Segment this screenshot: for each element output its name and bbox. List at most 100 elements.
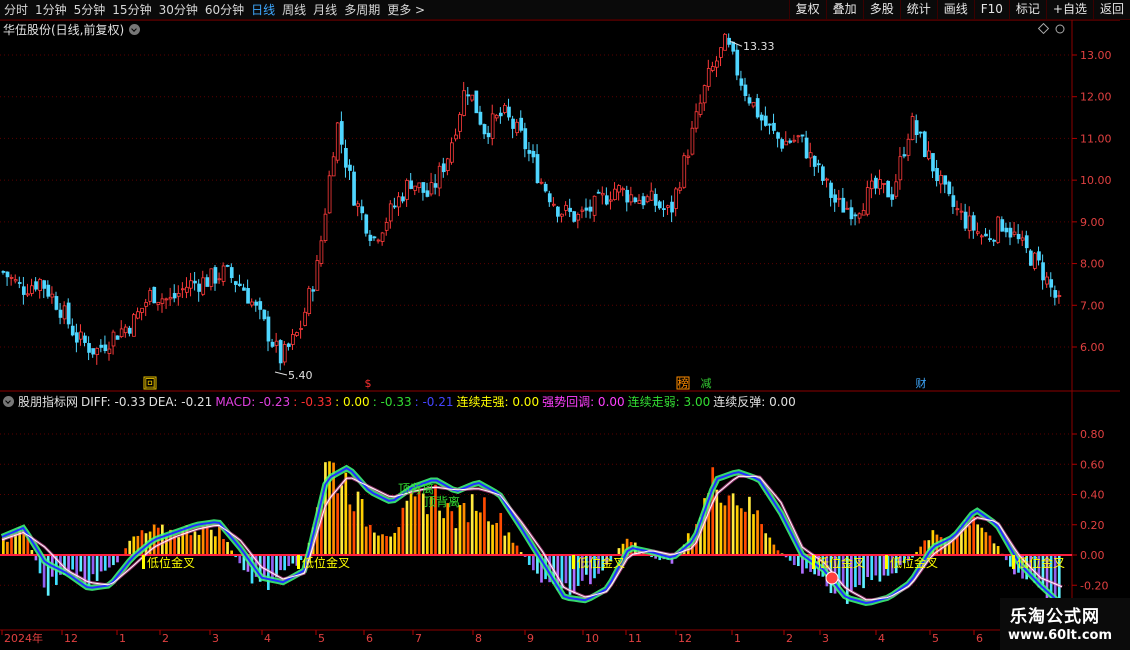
candle-body: [445, 158, 450, 171]
period-tab[interactable]: 15分钟: [112, 1, 151, 18]
candle-body: [527, 150, 532, 154]
macd-bar: [409, 493, 413, 555]
candle-body: [494, 114, 499, 119]
candle-body: [323, 213, 328, 242]
candle-body: [34, 281, 38, 290]
candle-body: [788, 140, 793, 143]
golden-cross-marker: [142, 555, 145, 569]
macd-bar: [360, 499, 364, 555]
candle-body: [189, 280, 193, 289]
candle-body: [731, 41, 736, 52]
candle-body: [1020, 237, 1025, 241]
toolbar-button[interactable]: +自选: [1045, 0, 1093, 19]
macd-bar: [792, 555, 796, 566]
candle-body: [392, 205, 397, 208]
candle-body: [1028, 250, 1033, 266]
candle-body: [604, 195, 609, 205]
stock-title[interactable]: 华伍股份(日线,前复权): [3, 21, 124, 38]
candle-body: [808, 152, 813, 159]
date-label: 3: [212, 632, 219, 645]
candle-body: [148, 290, 153, 302]
candle-body: [780, 139, 784, 149]
candle-body: [1, 271, 6, 273]
period-tab[interactable]: 更多 >: [387, 1, 425, 18]
macd-bar: [1009, 555, 1012, 567]
date-label: 1: [119, 632, 126, 645]
toolbar-button[interactable]: 画线: [936, 0, 974, 19]
period-tab[interactable]: 30分钟: [159, 1, 198, 18]
candle-body: [617, 185, 621, 193]
macd-bar: [218, 525, 221, 555]
macd-bar: [222, 538, 225, 555]
toolbar-button[interactable]: 多股: [862, 0, 900, 19]
candle-body: [201, 277, 206, 295]
indicator-annotation: 低位金叉: [890, 555, 938, 570]
candle-body: [943, 175, 948, 185]
macd-bar: [458, 505, 462, 555]
macd-bar: [768, 537, 772, 555]
watermark-sub: www.60lt.com: [1008, 628, 1113, 643]
candle-body: [413, 185, 418, 191]
candle-body: [286, 343, 291, 347]
candle-body: [849, 207, 854, 220]
chevron-down-icon[interactable]: [3, 396, 14, 407]
candle-body: [792, 139, 797, 142]
candle-body: [466, 94, 471, 97]
price-tick-label: 13.00: [1080, 49, 1112, 62]
macd-bar: [495, 522, 498, 555]
candle-body: [54, 296, 59, 310]
macd-bar: [617, 548, 621, 555]
candle-body: [254, 301, 259, 306]
candle-body: [984, 233, 988, 237]
period-tab[interactable]: 周线: [282, 1, 306, 18]
candle-body: [185, 286, 189, 293]
period-tab[interactable]: 日线: [251, 1, 275, 18]
period-tab[interactable]: 多周期: [344, 1, 380, 18]
candle-body: [360, 206, 365, 214]
toolbar-button[interactable]: F10: [973, 0, 1009, 19]
candle-body: [878, 179, 882, 190]
indicator-annotation: 低位金叉: [1017, 555, 1065, 570]
candle-body: [939, 175, 943, 185]
macd-bar: [238, 555, 242, 564]
candle-body: [50, 293, 55, 298]
candle-body: [111, 331, 116, 347]
candle-body: [123, 326, 128, 334]
candle-body: [197, 283, 201, 292]
candle-body: [38, 279, 42, 291]
candle-body: [368, 234, 373, 241]
candle-body: [376, 239, 381, 242]
candle-body: [580, 209, 585, 212]
candle-body: [613, 188, 617, 201]
date-label: 2: [786, 632, 793, 645]
candle-body: [307, 288, 312, 314]
candle-body: [890, 194, 895, 200]
period-tab[interactable]: 5分钟: [74, 1, 106, 18]
candle-body: [462, 90, 466, 116]
candle-body: [637, 199, 642, 204]
period-tab[interactable]: 60分钟: [205, 1, 244, 18]
toolbar-button[interactable]: 复权: [788, 0, 826, 19]
golden-cross-marker: [812, 555, 815, 569]
period-tab[interactable]: 月线: [313, 1, 337, 18]
min-price-pointer: [274, 371, 288, 376]
period-tab[interactable]: 分时: [4, 1, 28, 18]
candle-body: [657, 201, 662, 209]
macd-bar: [401, 507, 405, 555]
indicator-name[interactable]: 股朋指标网: [18, 393, 78, 410]
indicator-value: 强势回调: 0.00: [542, 395, 625, 409]
period-tab[interactable]: 1分钟: [35, 1, 67, 18]
toolbar-button[interactable]: 统计: [899, 0, 937, 19]
chevron-down-icon[interactable]: [129, 24, 141, 35]
toolbar-button[interactable]: 标记: [1008, 0, 1046, 19]
toolbar-button[interactable]: 叠加: [825, 0, 863, 19]
candle-body: [164, 298, 169, 301]
toolbar-button[interactable]: 返回: [1092, 0, 1130, 19]
macd-bar: [483, 497, 486, 555]
candle-body: [511, 118, 515, 129]
candle-body: [931, 153, 935, 172]
circle-icon: [1055, 24, 1065, 34]
price-tick-label: 7.00: [1080, 299, 1105, 312]
candle-body: [482, 124, 487, 135]
candle-body: [768, 123, 772, 126]
